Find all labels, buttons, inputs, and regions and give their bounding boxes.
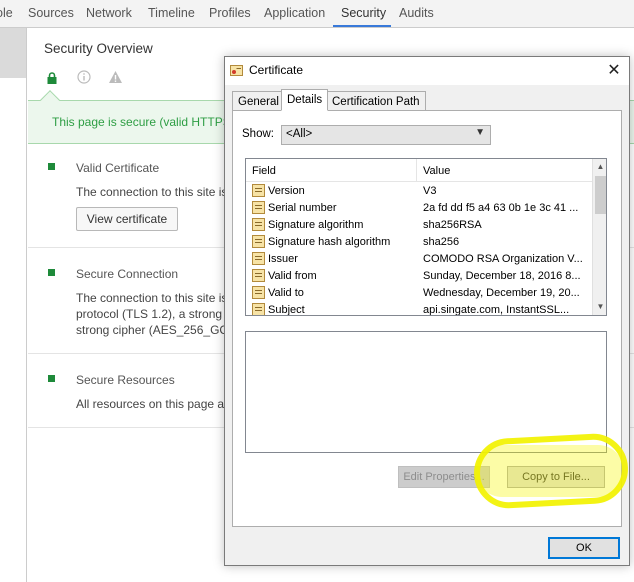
field-value: 2a fd dd f5 a4 63 0b 1e 3c 41 ... — [423, 202, 579, 214]
list-item[interactable]: Version V3 — [246, 183, 592, 200]
field-name: Issuer — [268, 253, 298, 265]
sidebar-selected-item[interactable] — [0, 28, 26, 78]
chevron-down-icon: ▼ — [475, 127, 485, 138]
tab-sources[interactable]: Sources — [28, 6, 74, 20]
highlight-annotation — [472, 432, 630, 510]
list-item[interactable]: Issuer COMODO RSA Organization V... — [246, 251, 592, 268]
field-icon — [252, 218, 265, 231]
field-name: Serial number — [268, 202, 337, 214]
security-sidebar — [0, 28, 27, 582]
tab-network[interactable]: Network — [86, 6, 132, 20]
field-icon — [252, 286, 265, 299]
show-dropdown[interactable]: <All> ▼ — [281, 125, 491, 145]
show-label: Show: — [242, 128, 274, 140]
devtools-tab-bar: ole Sources Network Timeline Profiles Ap… — [0, 0, 634, 28]
warning-icon[interactable] — [108, 70, 123, 84]
field-name: Version — [268, 185, 305, 197]
dialog-titlebar[interactable]: Certificate ✕ — [225, 57, 629, 85]
dialog-title: Certificate — [249, 63, 304, 77]
show-dropdown-value: <All> — [286, 128, 313, 140]
tab-application[interactable]: Application — [264, 6, 325, 20]
section-title: Secure Connection — [76, 267, 179, 281]
field-icon — [252, 184, 265, 197]
close-icon[interactable]: ✕ — [603, 60, 625, 82]
lock-icon[interactable] — [46, 72, 58, 85]
field-detail-textbox[interactable] — [245, 331, 607, 453]
field-name: Valid to — [268, 287, 304, 299]
column-separator[interactable] — [416, 159, 417, 181]
list-item[interactable]: Signature algorithm sha256RSA — [246, 217, 592, 234]
field-icon — [252, 201, 265, 214]
field-value: V3 — [423, 185, 437, 197]
field-value: Sunday, December 18, 2016 8... — [423, 270, 581, 282]
field-icon — [252, 252, 265, 265]
list-item[interactable]: Subject api.singate.com, InstantSSL... — [246, 302, 592, 316]
list-item[interactable]: Serial number 2a fd dd f5 a4 63 0b 1e 3c… — [246, 200, 592, 217]
column-header-field[interactable]: Field — [252, 165, 276, 177]
field-name: Signature algorithm — [268, 219, 364, 231]
field-icon — [252, 303, 265, 315]
tab-certification-path[interactable]: Certification Path — [326, 91, 426, 111]
view-certificate-button[interactable]: View certificate — [76, 207, 178, 231]
scroll-up-icon[interactable]: ▲ — [593, 159, 606, 174]
certificate-fields-list[interactable]: Field Value Version V3 Serial number 2a … — [245, 158, 607, 316]
certificate-icon — [230, 65, 243, 76]
field-name: Signature hash algorithm — [268, 236, 391, 248]
list-item[interactable]: Valid to Wednesday, December 19, 20... — [246, 285, 592, 302]
field-value: Wednesday, December 19, 20... — [423, 287, 580, 299]
ok-button[interactable]: OK — [548, 537, 620, 559]
section-description: The connection to this site is protocol … — [76, 291, 239, 337]
list-header: Field Value — [246, 159, 592, 182]
status-dot-icon — [48, 163, 55, 170]
active-tab-indicator — [333, 25, 391, 27]
scroll-down-icon[interactable]: ▼ — [593, 299, 606, 314]
field-value: sha256RSA — [423, 219, 482, 231]
field-value: api.singate.com, InstantSSL... — [423, 304, 570, 316]
security-overview-title: Security Overview — [44, 41, 153, 56]
field-name: Valid from — [268, 270, 317, 282]
column-header-value[interactable]: Value — [423, 165, 450, 177]
tab-general[interactable]: General — [232, 91, 285, 111]
section-description: All resources on this page ar — [76, 397, 229, 411]
section-title: Secure Resources — [76, 373, 175, 387]
section-title: Valid Certificate — [76, 161, 160, 175]
list-item[interactable]: Valid from Sunday, December 18, 2016 8..… — [246, 268, 592, 285]
tab-timeline[interactable]: Timeline — [148, 6, 195, 20]
tab-profiles[interactable]: Profiles — [209, 6, 251, 20]
section-description: The connection to this site is — [76, 185, 228, 199]
field-name: Subject — [268, 304, 305, 316]
info-icon[interactable] — [77, 70, 91, 84]
secure-banner-text: This page is secure (valid HTTPS). — [52, 115, 239, 129]
field-icon — [252, 235, 265, 248]
field-value: COMODO RSA Organization V... — [423, 253, 583, 265]
tab-console-partial[interactable]: ole — [0, 6, 13, 20]
field-icon — [252, 269, 265, 282]
tab-security[interactable]: Security — [341, 6, 386, 20]
tab-details[interactable]: Details — [281, 89, 329, 111]
tab-audits[interactable]: Audits — [399, 6, 434, 20]
field-value: sha256 — [423, 236, 460, 248]
list-scrollbar[interactable]: ▲ ▼ — [592, 159, 606, 315]
status-dot-icon — [48, 269, 55, 276]
scroll-thumb[interactable] — [595, 176, 606, 214]
status-dot-icon — [48, 375, 55, 382]
list-item[interactable]: Signature hash algorithm sha256 — [246, 234, 592, 251]
